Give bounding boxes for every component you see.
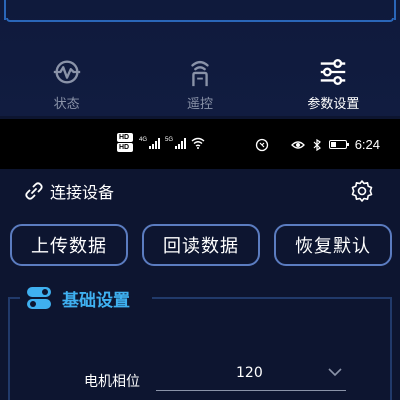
eye-comfort-icon [290,140,305,149]
tab-status[interactable]: 状态 [0,48,133,112]
data-action-buttons: 上传数据 回读数据 恢复默认 [10,224,392,266]
parameter-settings-page: 连接设备 上传数据 回读数据 恢复默认 基础设置 电机相位 120 [0,169,400,400]
toggle-settings-icon [27,287,51,309]
readback-data-button[interactable]: 回读数据 [142,224,260,266]
tab-bar: 状态 遥控 参数设置 [0,48,400,112]
sim1-network-type: 4G [139,136,148,143]
connect-device-label: 连接设备 [50,183,115,202]
basic-settings-header: 基础设置 [26,285,130,311]
remote-signal-icon [191,60,209,87]
sliders-icon [321,59,346,85]
chevron-down-icon [328,368,342,377]
sim2-signal-icon: 5G [165,136,187,149]
connect-device-link[interactable]: 连接设备 [24,179,114,203]
status-right-cluster: 6:24 [255,137,380,152]
basic-settings-title: 基础设置 [62,290,130,311]
upload-data-button[interactable]: 上传数据 [10,224,128,266]
frame-bottom-edge [6,18,394,22]
hd-badges: HD HD [117,133,133,152]
wifi-icon [191,137,205,149]
system-status-bar: HD HD 4G 5G 6:24 [0,119,400,169]
sim2-network-type: 5G [165,136,174,143]
motor-phase-label: 电机相位 [84,374,140,390]
battery-icon [328,140,349,149]
app-top-section: 状态 遥控 参数设置 [0,0,400,116]
bluetooth-icon [313,138,321,151]
restore-defaults-button[interactable]: 恢复默认 [274,224,392,266]
motor-phase-value: 120 [236,365,263,381]
frame-right-edge [394,0,400,20]
tab-status-label: 状态 [53,97,80,112]
tab-parameter-settings-label: 参数设置 [307,97,360,112]
motor-phase-select[interactable]: 120 [156,363,346,391]
sim1-signal-icon: 4G [139,136,161,149]
nfc-icon [255,138,268,151]
tab-remote-label: 遥控 [186,97,213,112]
status-time: 6:24 [354,137,380,152]
gear-icon[interactable] [350,179,374,203]
hd-badge-2: HD [117,143,133,152]
top-frame-edge [0,0,400,22]
tab-parameter-settings[interactable]: 参数设置 [267,48,400,112]
link-icon [25,182,43,200]
status-left-cluster: HD HD 4G 5G [117,133,205,152]
frame-left-edge [0,0,6,20]
motor-phase-field: 电机相位 120 [80,363,350,393]
tab-remote[interactable]: 遥控 [133,48,266,112]
status-pulse-icon [53,60,80,84]
hd-badge-1: HD [117,133,133,142]
